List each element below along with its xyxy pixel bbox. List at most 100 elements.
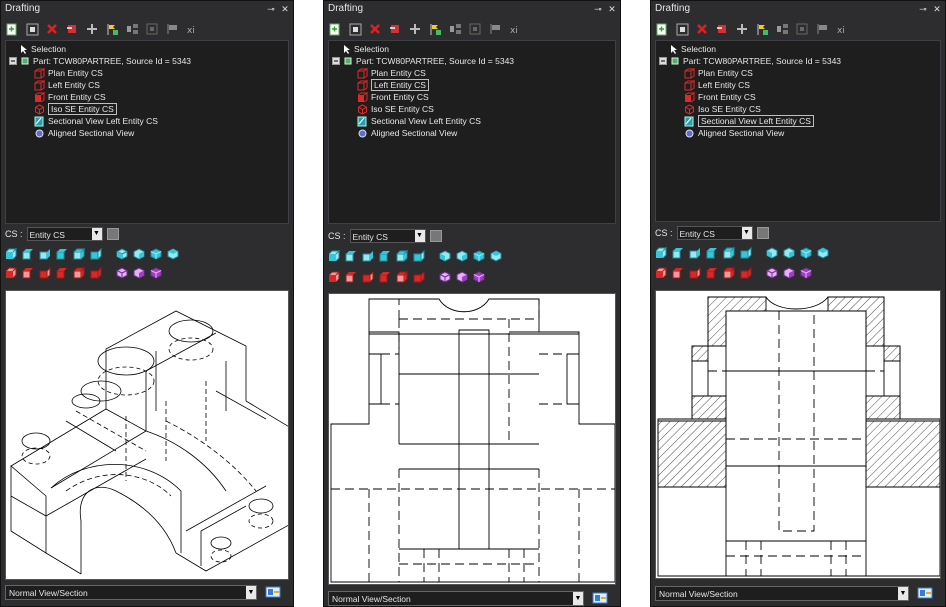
flag-icon[interactable] — [165, 22, 179, 36]
undo-icon[interactable] — [388, 22, 402, 36]
cyan-cube-icon[interactable] — [56, 248, 68, 260]
tree-part[interactable]: Part: TCW80PARTREE, Source Id = 5343 — [332, 55, 514, 67]
cyan-iso-cube-icon[interactable] — [167, 248, 179, 260]
close-icon[interactable]: ✕ — [607, 4, 617, 14]
cyan-iso-cube-icon[interactable] — [490, 250, 502, 262]
chevron-down-icon[interactable]: ▼ — [573, 591, 583, 605]
chevron-down-icon[interactable]: ▼ — [414, 230, 425, 242]
place-view-icon[interactable] — [105, 22, 119, 36]
close-icon[interactable]: ✕ — [932, 4, 942, 14]
chevron-down-icon[interactable]: ▼ — [91, 228, 102, 240]
add-icon[interactable] — [408, 22, 422, 36]
add-icon[interactable] — [85, 22, 99, 36]
variable-icon[interactable]: xi — [835, 22, 849, 36]
tree-item-sectional-view-left[interactable]: Sectional View Left Entity CS — [684, 115, 814, 127]
tree-selection[interactable]: Selection — [334, 43, 389, 55]
new-view-icon[interactable] — [655, 22, 669, 36]
purple-iso-cube-icon[interactable] — [116, 267, 128, 279]
purple-iso-cube-icon[interactable] — [473, 271, 485, 283]
cyan-iso-cube-icon[interactable] — [766, 247, 778, 259]
red-cube-icon[interactable] — [379, 271, 391, 283]
place-view-icon[interactable] — [755, 22, 769, 36]
tree-item-left-entity-cs[interactable]: Left Entity CS — [684, 79, 750, 91]
place-view-icon[interactable] — [428, 22, 442, 36]
cs-options-button[interactable] — [429, 230, 442, 242]
isometric-view-canvas[interactable] — [5, 290, 289, 580]
red-cube-icon[interactable] — [73, 267, 85, 279]
cyan-cube-icon[interactable] — [723, 247, 735, 259]
red-cube-icon[interactable] — [5, 267, 17, 279]
tree-item-aligned-sectional-view[interactable]: Aligned Sectional View — [357, 127, 457, 139]
tree-item-sectional-view-left[interactable]: Sectional View Left Entity CS — [357, 115, 481, 127]
cyan-cube-icon[interactable] — [5, 248, 17, 260]
purple-iso-cube-icon[interactable] — [456, 271, 468, 283]
align-icon[interactable] — [448, 22, 462, 36]
projection-icon[interactable] — [468, 22, 482, 36]
cyan-cube-icon[interactable] — [345, 250, 357, 262]
flag-icon[interactable] — [488, 22, 502, 36]
red-cube-icon[interactable] — [706, 267, 718, 279]
cyan-cube-icon[interactable] — [22, 248, 34, 260]
collapse-icon[interactable] — [659, 56, 668, 66]
red-cube-icon[interactable] — [345, 271, 357, 283]
cyan-cube-icon[interactable] — [328, 250, 340, 262]
align-icon[interactable] — [125, 22, 139, 36]
insert-view-icon[interactable] — [675, 22, 689, 36]
cyan-cube-icon[interactable] — [379, 250, 391, 262]
delete-icon[interactable] — [45, 22, 59, 36]
cyan-iso-cube-icon[interactable] — [473, 250, 485, 262]
collapse-icon[interactable] — [9, 56, 18, 66]
tree-item-plan-entity-cs[interactable]: Plan Entity CS — [684, 67, 753, 79]
cs-dropdown[interactable]: Entity CS ▼ — [676, 226, 753, 240]
cyan-iso-cube-icon[interactable] — [150, 248, 162, 260]
tree-part[interactable]: Part: TCW80PARTREE, Source Id = 5343 — [9, 55, 191, 67]
pin-icon[interactable]: ⊸ — [593, 4, 603, 14]
cyan-cube-icon[interactable] — [740, 247, 752, 259]
tree-selection[interactable]: Selection — [11, 43, 66, 55]
cyan-iso-cube-icon[interactable] — [783, 247, 795, 259]
undo-icon[interactable] — [715, 22, 729, 36]
cyan-cube-icon[interactable] — [689, 247, 701, 259]
purple-iso-cube-icon[interactable] — [133, 267, 145, 279]
cs-dropdown[interactable]: Entity CS ▼ — [26, 227, 103, 241]
cyan-cube-icon[interactable] — [413, 250, 425, 262]
flag-icon[interactable] — [815, 22, 829, 36]
new-view-icon[interactable] — [328, 22, 342, 36]
tree-item-left-entity-cs[interactable]: Left Entity CS — [357, 79, 429, 91]
red-cube-icon[interactable] — [39, 267, 51, 279]
red-cube-icon[interactable] — [689, 267, 701, 279]
red-cube-icon[interactable] — [723, 267, 735, 279]
cyan-cube-icon[interactable] — [396, 250, 408, 262]
tree-item-front-entity-cs[interactable]: Front Entity CS — [684, 91, 756, 103]
insert-view-icon[interactable] — [25, 22, 39, 36]
purple-iso-cube-icon[interactable] — [766, 267, 778, 279]
cyan-iso-cube-icon[interactable] — [439, 250, 451, 262]
cyan-iso-cube-icon[interactable] — [456, 250, 468, 262]
purple-iso-cube-icon[interactable] — [783, 267, 795, 279]
purple-iso-cube-icon[interactable] — [800, 267, 812, 279]
cs-dropdown[interactable]: Entity CS ▼ — [349, 229, 426, 243]
red-cube-icon[interactable] — [362, 271, 374, 283]
add-icon[interactable] — [735, 22, 749, 36]
chevron-down-icon[interactable]: ▼ — [246, 585, 256, 599]
align-icon[interactable] — [775, 22, 789, 36]
tree-selection[interactable]: Selection — [661, 43, 716, 55]
cyan-iso-cube-icon[interactable] — [133, 248, 145, 260]
pin-icon[interactable]: ⊸ — [918, 4, 928, 14]
delete-icon[interactable] — [695, 22, 709, 36]
red-cube-icon[interactable] — [56, 267, 68, 279]
view-mode-dropdown[interactable]: Normal View/Section ▼ — [5, 584, 257, 600]
red-cube-icon[interactable] — [90, 267, 102, 279]
chevron-down-icon[interactable]: ▼ — [741, 227, 752, 239]
tree-item-iso-se-entity-cs[interactable]: Iso SE Entity CS — [357, 103, 434, 115]
view-mode-dropdown[interactable]: Normal View/Section ▼ — [328, 590, 584, 606]
cyan-cube-icon[interactable] — [39, 248, 51, 260]
cyan-cube-icon[interactable] — [655, 247, 667, 259]
tree-item-iso-se-entity-cs[interactable]: Iso SE Entity CS — [684, 103, 761, 115]
purple-iso-cube-icon[interactable] — [439, 271, 451, 283]
apply-view-icon[interactable] — [265, 586, 281, 598]
chevron-down-icon[interactable]: ▼ — [898, 586, 908, 600]
cs-options-button[interactable] — [106, 228, 119, 240]
red-cube-icon[interactable] — [413, 271, 425, 283]
variable-icon[interactable]: xi — [185, 22, 199, 36]
